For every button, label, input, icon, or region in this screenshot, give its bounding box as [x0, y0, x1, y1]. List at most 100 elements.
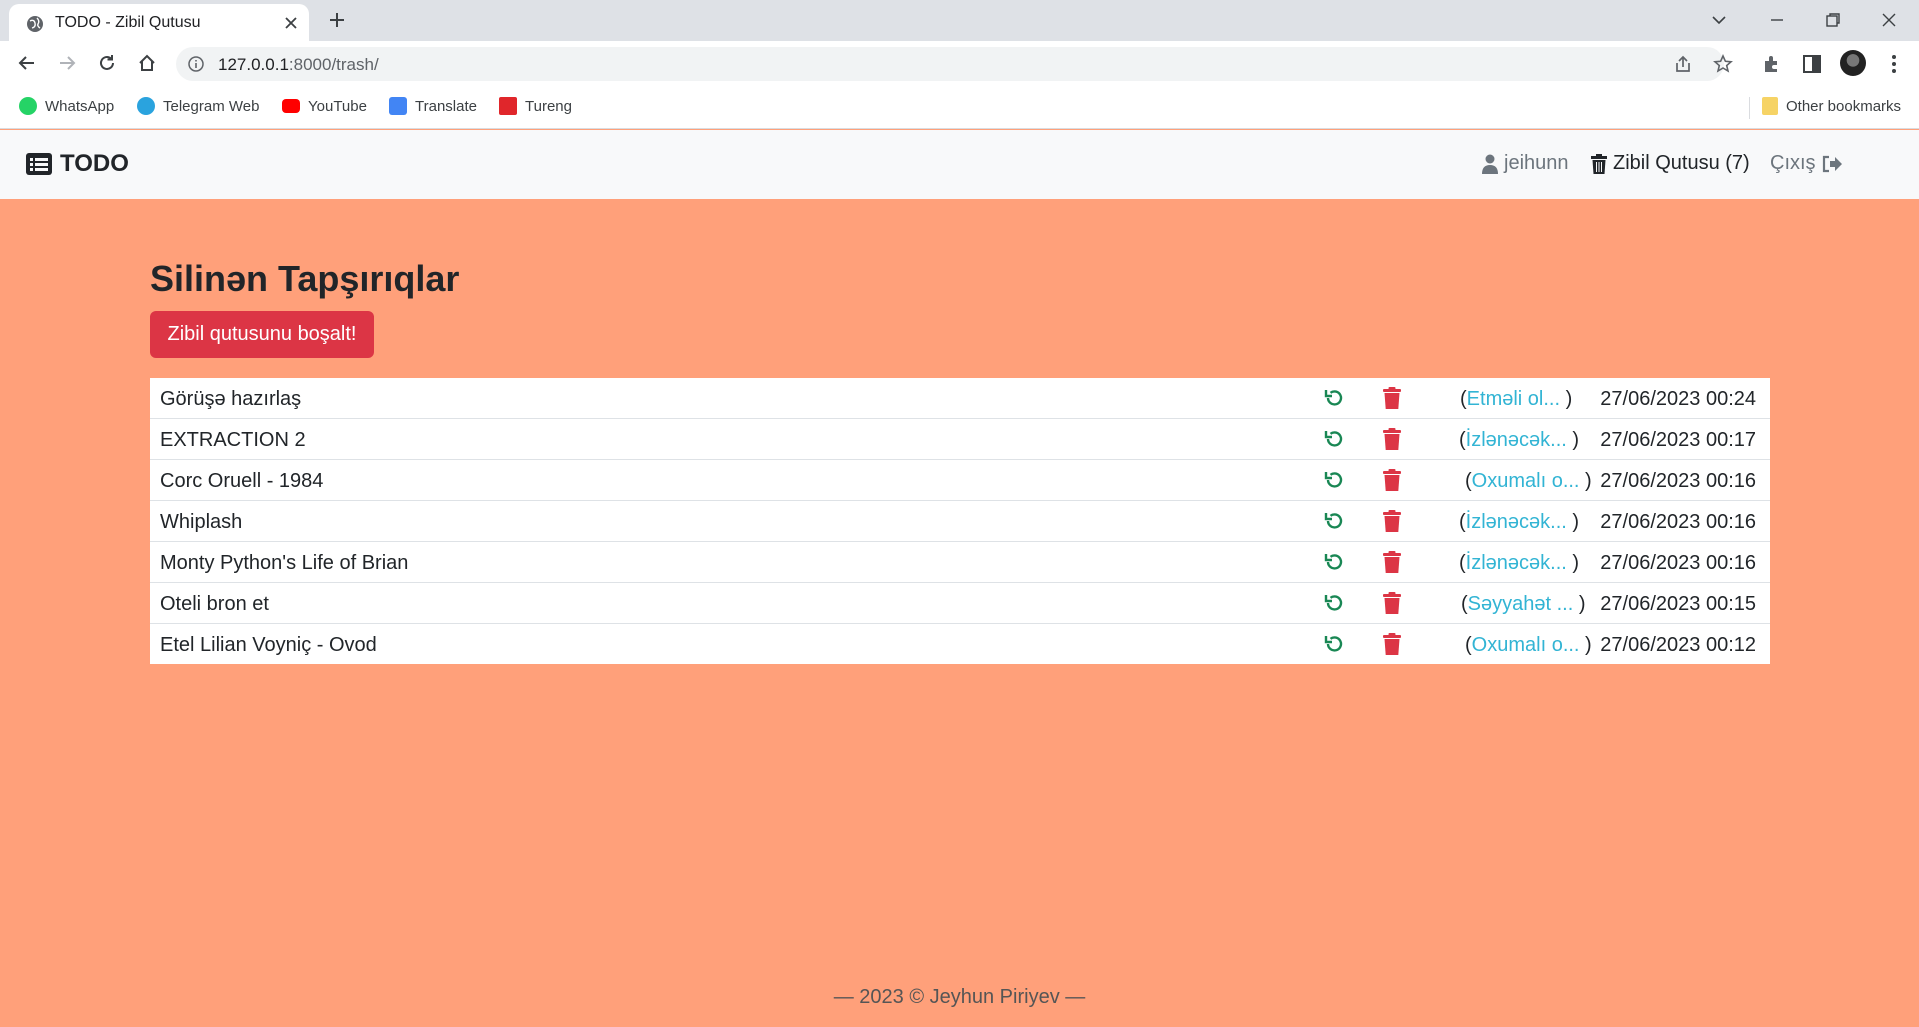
other-bookmarks[interactable]: Other bookmarks [1762, 96, 1901, 116]
minimize-button[interactable] [1754, 6, 1800, 34]
brand-link[interactable]: TODO [26, 150, 129, 178]
forward-button[interactable] [53, 49, 81, 77]
trash-icon[interactable] [1382, 510, 1402, 532]
nav-trash[interactable]: Zibil Qutusu (7) [1591, 152, 1750, 175]
translate-icon [389, 97, 407, 115]
category-link[interactable]: İzlənəcək... [1466, 429, 1567, 451]
youtube-icon [282, 99, 300, 113]
trash-icon[interactable] [1382, 592, 1402, 614]
browser-tab[interactable]: TODO - Zibil Qutusu [9, 4, 309, 41]
reload-button[interactable] [93, 49, 121, 77]
arrow-right-icon [60, 56, 76, 70]
info-icon[interactable] [188, 56, 204, 72]
share-icon[interactable] [1673, 54, 1693, 74]
trash-icon[interactable] [1382, 428, 1402, 450]
new-tab-icon[interactable] [327, 10, 347, 30]
task-title: Whiplash [160, 511, 243, 533]
bookmark-label: Telegram Web [163, 97, 260, 115]
restore-icon[interactable] [1323, 428, 1345, 450]
profile-avatar[interactable] [1840, 50, 1866, 76]
bookmark-telegram[interactable]: Telegram Web [137, 96, 259, 116]
star-icon[interactable] [1713, 54, 1733, 74]
restore-icon[interactable] [1323, 387, 1345, 409]
task-date: 27/06/2023 00:16 [1600, 511, 1756, 533]
nav-user[interactable]: jeihunn [1482, 152, 1569, 175]
trash-icon [1591, 153, 1607, 174]
list-item: Etel Lilian Voyniç - Ovod (Oxumalı o... … [150, 624, 1770, 664]
extensions-icon[interactable] [1761, 53, 1783, 75]
category-link[interactable]: Etməli ol... [1467, 388, 1560, 410]
task-title: Monty Python's Life of Brian [160, 552, 409, 574]
tab-title: TODO - Zibil Qutusu [55, 14, 201, 31]
url-text: 127.0.0.1:8000/trash/ [218, 55, 379, 74]
browser-toolbar: 127.0.0.1:8000/trash/ [0, 41, 1919, 85]
chevron-down-icon [1712, 16, 1726, 25]
sign-out-icon [1822, 155, 1842, 172]
whatsapp-icon [19, 97, 37, 115]
task-date: 27/06/2023 00:12 [1600, 634, 1756, 656]
nav-user-label: jeihunn [1504, 152, 1569, 174]
tureng-icon [499, 97, 517, 115]
minimize-icon [1771, 19, 1783, 21]
user-icon [1482, 154, 1498, 174]
bookmark-label: Translate [415, 97, 477, 115]
close-window-button[interactable] [1866, 6, 1912, 34]
category-link[interactable]: İzlənəcək... [1466, 511, 1567, 533]
other-bookmarks-label: Other bookmarks [1786, 97, 1902, 115]
restore-icon[interactable] [1323, 469, 1345, 491]
trash-icon[interactable] [1382, 633, 1402, 655]
task-category: (Etməli ol... ) [1460, 388, 1573, 410]
bookmark-youtube[interactable]: YouTube [282, 96, 367, 116]
list-item: Corc Oruell - 1984 (Oxumalı o... ) 27/06/… [150, 460, 1770, 501]
bookmark-translate[interactable]: Translate [389, 96, 477, 116]
deleted-tasks-list: Görüşə hazırlaş (Etməli ol... ) 27/06/202… [150, 378, 1770, 664]
close-icon[interactable] [281, 13, 301, 33]
list-icon [26, 153, 52, 175]
list-item: EXTRACTION 2 (İzlənəcək... ) 27/06/2023 0… [150, 419, 1770, 460]
task-date: 27/06/2023 00:16 [1600, 470, 1756, 492]
task-category: (İzlənəcək... ) [1459, 429, 1580, 451]
category-link[interactable]: Oxumalı o... [1472, 634, 1580, 656]
list-item: Görüşə hazırlaş (Etməli ol... ) 27/06/202… [150, 378, 1770, 419]
bookmark-label: YouTube [308, 97, 367, 115]
trash-icon[interactable] [1382, 387, 1402, 409]
restore-icon[interactable] [1323, 592, 1345, 614]
category-link[interactable]: Səyyahət ... [1468, 593, 1574, 615]
app-navbar: TODO jeihunn Zibil Qutusu (7) Çıxış [0, 130, 1919, 199]
task-title: Etel Lilian Voyniç - Ovod [160, 634, 377, 656]
list-item: Oteli bron et (Səyyahət ... ) 27/06/2023 … [150, 583, 1770, 624]
back-button[interactable] [13, 49, 41, 77]
tab-search-button[interactable] [1696, 6, 1742, 34]
home-button[interactable] [133, 49, 161, 77]
address-bar[interactable]: 127.0.0.1:8000/trash/ [176, 47, 1733, 81]
bookmarks-bar: WhatsApp Telegram Web YouTube Translate … [0, 85, 1919, 129]
list-item: Whiplash (İzlənəcək... ) 27/06/2023 00:16 [150, 501, 1770, 542]
category-link[interactable]: Oxumalı o... [1472, 470, 1580, 492]
nav-logout-label: Çıxış [1770, 152, 1816, 174]
restore-window-button[interactable] [1810, 6, 1856, 34]
category-link[interactable]: İzlənəcək... [1466, 552, 1567, 574]
folder-icon [1762, 97, 1778, 115]
trash-icon[interactable] [1382, 551, 1402, 573]
nav-logout[interactable]: Çıxış [1770, 152, 1842, 175]
browser-tab-strip: TODO - Zibil Qutusu [0, 0, 1919, 41]
bookmark-whatsapp[interactable]: WhatsApp [19, 96, 114, 116]
trash-icon[interactable] [1382, 469, 1402, 491]
footer: — 2023 © Jeyhun Piriyev — [833, 986, 1086, 1008]
empty-trash-button[interactable]: Zibil qutusunu boşalt! [150, 311, 374, 358]
telegram-icon [137, 97, 155, 115]
home-icon [139, 54, 155, 71]
nav-trash-label: Zibil Qutusu (7) [1613, 152, 1750, 174]
restore-icon[interactable] [1323, 510, 1345, 532]
bookmark-separator [1749, 97, 1750, 119]
side-panel-icon[interactable] [1801, 53, 1823, 75]
page-title: Silinən Tapşırıqlar [150, 258, 460, 299]
bookmark-label: WhatsApp [45, 97, 115, 115]
task-category: (Oxumalı o... ) [1465, 634, 1592, 656]
task-category: (İzlənəcək... ) [1459, 552, 1580, 574]
bookmark-tureng[interactable]: Tureng [499, 96, 572, 116]
restore-icon[interactable] [1323, 551, 1345, 573]
more-menu-icon[interactable] [1883, 53, 1905, 75]
reload-icon [100, 55, 114, 70]
restore-icon[interactable] [1323, 633, 1345, 655]
